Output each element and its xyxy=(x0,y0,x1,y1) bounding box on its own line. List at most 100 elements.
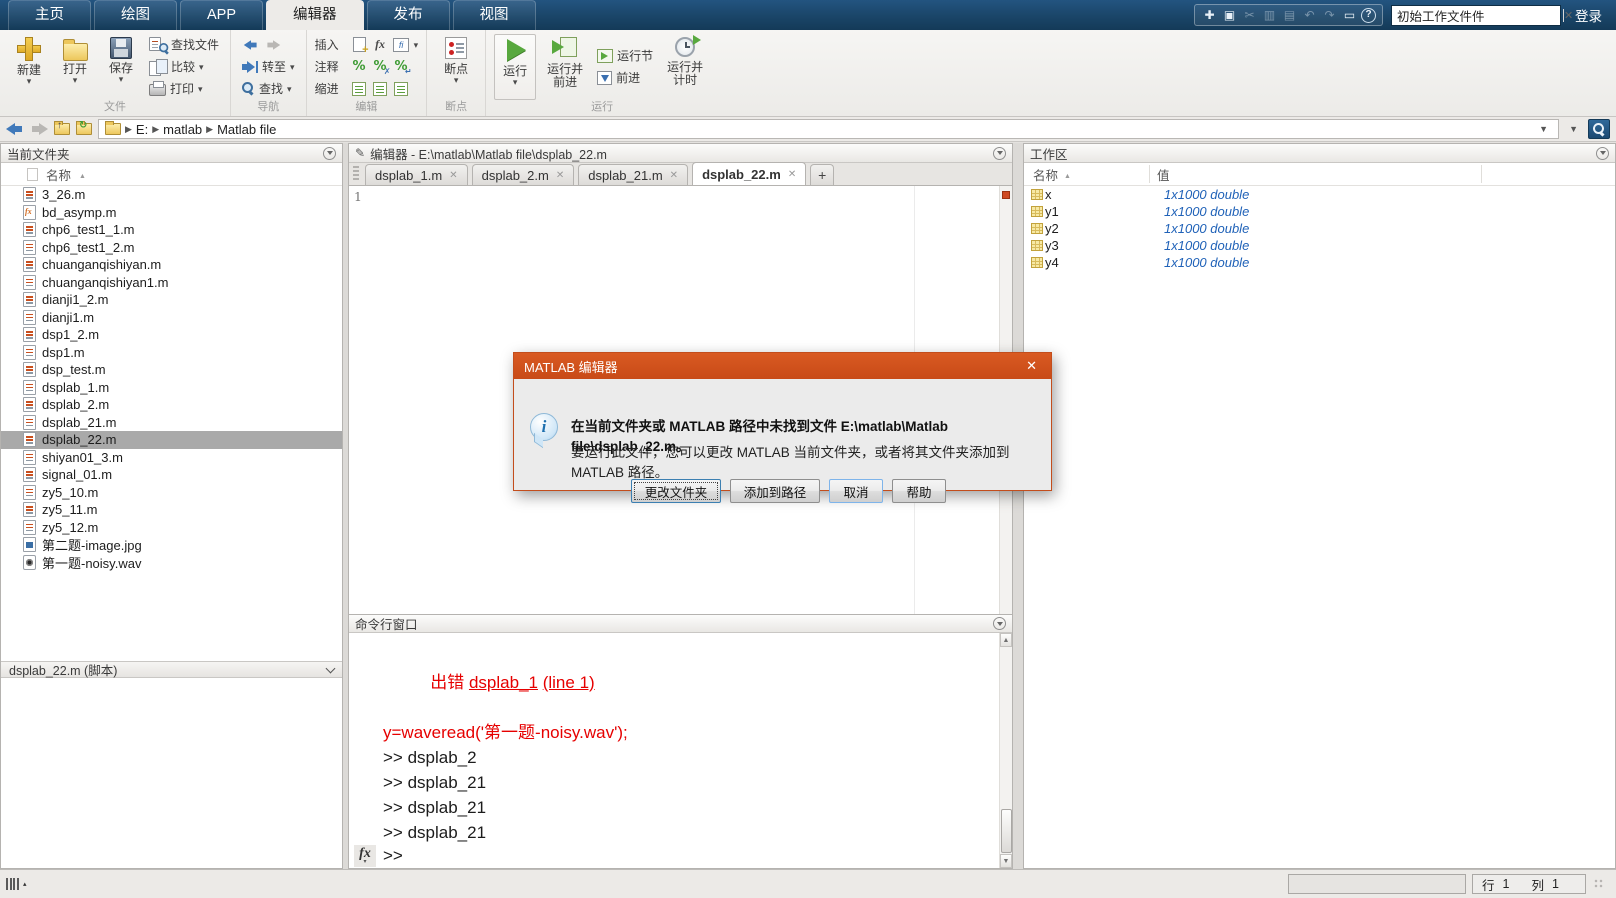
fx-button[interactable]: fx xyxy=(354,845,376,867)
insert-fx-button[interactable]: fx xyxy=(372,37,389,53)
column-divider[interactable] xyxy=(1481,165,1482,183)
resize-grip-icon[interactable] xyxy=(1594,879,1604,889)
nav-forward-icon[interactable] xyxy=(30,123,48,135)
file-row[interactable]: 3_26.m xyxy=(1,186,342,204)
open-button[interactable]: 打开 xyxy=(54,34,96,100)
file-row[interactable]: dsplab_2.m xyxy=(1,396,342,414)
file-row[interactable]: 第二题-image.jpg xyxy=(1,536,342,554)
caret-down-icon[interactable] xyxy=(414,41,419,49)
help-icon[interactable]: ? xyxy=(1361,7,1376,23)
file-row[interactable]: dsplab_22.m xyxy=(1,431,342,449)
toolstrip-tab[interactable]: APP xyxy=(180,0,264,30)
workspace-variable-row[interactable]: x 1x1000 double xyxy=(1024,186,1615,203)
workspace-variable-row[interactable]: y2 1x1000 double xyxy=(1024,220,1615,237)
find-button[interactable]: 查找 xyxy=(239,79,298,98)
redo-icon[interactable]: ↷ xyxy=(1321,7,1338,24)
signin-link[interactable]: 登录 xyxy=(1569,5,1608,25)
panel-menu-icon[interactable] xyxy=(323,146,336,160)
file-row[interactable]: shiyan01_3.m xyxy=(1,449,342,467)
file-row[interactable]: chuanganqishiyan.m xyxy=(1,256,342,274)
add-to-path-button[interactable]: 添加到路径 xyxy=(730,479,820,503)
paste-icon[interactable]: ▤ xyxy=(1281,7,1298,24)
scroll-up-icon[interactable]: ▲ xyxy=(1000,633,1012,647)
forward-arrow-icon[interactable] xyxy=(266,40,280,50)
change-folder-button[interactable]: 更改文件夹 xyxy=(631,479,721,503)
workspace-variable-row[interactable]: y1 1x1000 double xyxy=(1024,203,1615,220)
file-details-bar[interactable]: dsplab_22.m (脚本) xyxy=(1,661,342,678)
command-scrollbar[interactable]: ▲ ▼ xyxy=(999,633,1012,868)
toolstrip-tab[interactable]: 绘图 xyxy=(94,0,177,30)
file-row[interactable]: chp6_test1_1.m xyxy=(1,221,342,239)
insert-doc-button[interactable] xyxy=(351,37,369,56)
breadcrumb-item[interactable]: ▶ E: xyxy=(125,122,148,137)
uncomment-button[interactable]: % ✗ xyxy=(372,59,391,76)
breadcrumb-item[interactable]: ▶ matlab xyxy=(152,122,202,137)
new-tab-button[interactable]: + xyxy=(810,164,835,185)
comment-button[interactable]: % xyxy=(351,59,368,75)
panel-menu-icon[interactable] xyxy=(1596,146,1609,160)
code-analyzer-indicator[interactable] xyxy=(1001,191,1010,199)
run-button[interactable]: 运行 xyxy=(494,33,537,100)
advance-button[interactable]: 前进 xyxy=(594,68,656,87)
goto-button[interactable]: 转至 xyxy=(239,57,298,76)
toolstrip-tab[interactable]: 视图 xyxy=(452,0,536,30)
toolstrip-tab[interactable]: 主页 xyxy=(8,0,91,30)
browse-folder-icon[interactable]: ↻ xyxy=(76,121,92,135)
close-tab-icon[interactable]: ✕ xyxy=(556,170,564,181)
file-row[interactable]: zy5_11.m xyxy=(1,501,342,519)
workspace-variable-row[interactable]: y3 1x1000 double xyxy=(1024,237,1615,254)
close-tab-icon[interactable]: ✕ xyxy=(788,169,796,180)
save-button[interactable]: 保存 xyxy=(100,34,142,100)
indent-left-button[interactable] xyxy=(393,81,410,97)
smart-indent-button[interactable] xyxy=(351,81,368,97)
new-button[interactable]: 新建 xyxy=(8,34,50,100)
save-icon[interactable]: ▣ xyxy=(1221,7,1238,24)
run-section-button[interactable]: 运行节 xyxy=(594,46,656,65)
indent-right-button[interactable] xyxy=(372,81,389,97)
tab-drag-handle-icon[interactable] xyxy=(353,166,359,182)
error-file-link[interactable]: dsplab_1 xyxy=(469,673,538,692)
undo-icon[interactable]: ↶ xyxy=(1301,7,1318,24)
editor-tab[interactable]: dsplab_22.m ✕ xyxy=(692,162,807,185)
insert-section-button[interactable]: fi xyxy=(393,37,410,53)
file-row[interactable]: dsp1_2.m xyxy=(1,326,342,344)
file-row[interactable]: zy5_12.m xyxy=(1,519,342,537)
file-list-column-header[interactable]: 名称 xyxy=(1,163,342,186)
file-row[interactable]: signal_01.m xyxy=(1,466,342,484)
file-row[interactable]: 第一题-noisy.wav xyxy=(1,554,342,572)
folder-search-button[interactable] xyxy=(1588,119,1610,139)
toolstrip-tab[interactable]: 发布 xyxy=(366,0,450,30)
breadcrumb[interactable]: ▶ E: ▶ matlab ▶ Matlab file ▼ xyxy=(98,119,1560,139)
cancel-button[interactable]: 取消 xyxy=(829,479,883,503)
command-window[interactable]: 出错 dsplab_1 (line 1) y=waveread('第一题-noi… xyxy=(349,633,1012,868)
file-row[interactable]: chuanganqishiyan1.m xyxy=(1,274,342,292)
column-divider[interactable] xyxy=(1149,165,1150,183)
file-row[interactable]: zy5_10.m xyxy=(1,484,342,502)
workspace-column-header[interactable]: 名称 值 xyxy=(1024,163,1615,186)
help-button[interactable]: 帮助 xyxy=(892,479,946,503)
workspace-variable-row[interactable]: y4 1x1000 double xyxy=(1024,254,1615,271)
file-row[interactable]: dsp_test.m xyxy=(1,361,342,379)
file-row[interactable]: dianji1.m xyxy=(1,309,342,327)
compare-button[interactable]: 比较 xyxy=(146,57,222,76)
new-window-icon[interactable]: ▭ xyxy=(1341,7,1358,24)
editor-tab[interactable]: dsplab_2.m ✕ xyxy=(471,164,575,185)
scrollbar-thumb[interactable] xyxy=(1000,809,1012,853)
wrap-comment-button[interactable]: % ↵ xyxy=(393,59,412,76)
command-prompt-row[interactable]: fx >> xyxy=(349,845,999,867)
file-row[interactable]: chp6_test1_2.m xyxy=(1,239,342,257)
nav-back-icon[interactable] xyxy=(6,123,24,135)
editor-tab[interactable]: dsplab_1.m ✕ xyxy=(365,164,468,185)
close-icon[interactable]: ✕ xyxy=(1022,358,1041,374)
file-row[interactable]: dsplab_1.m xyxy=(1,379,342,397)
run-and-advance-button[interactable]: 运行并前进 xyxy=(540,34,590,100)
file-row[interactable]: dianji1_2.m xyxy=(1,291,342,309)
address-dropdown-icon[interactable]: ▼ xyxy=(1565,124,1582,134)
panel-menu-icon[interactable] xyxy=(993,146,1006,160)
scroll-down-icon[interactable]: ▼ xyxy=(1000,854,1012,868)
run-and-time-button[interactable]: 运行并计时 xyxy=(660,34,710,100)
up-one-level-icon[interactable]: ↑ xyxy=(54,121,70,135)
close-tab-icon[interactable]: ✕ xyxy=(449,170,457,181)
panel-menu-icon[interactable] xyxy=(993,617,1006,630)
file-row[interactable]: dsplab_21.m xyxy=(1,414,342,432)
